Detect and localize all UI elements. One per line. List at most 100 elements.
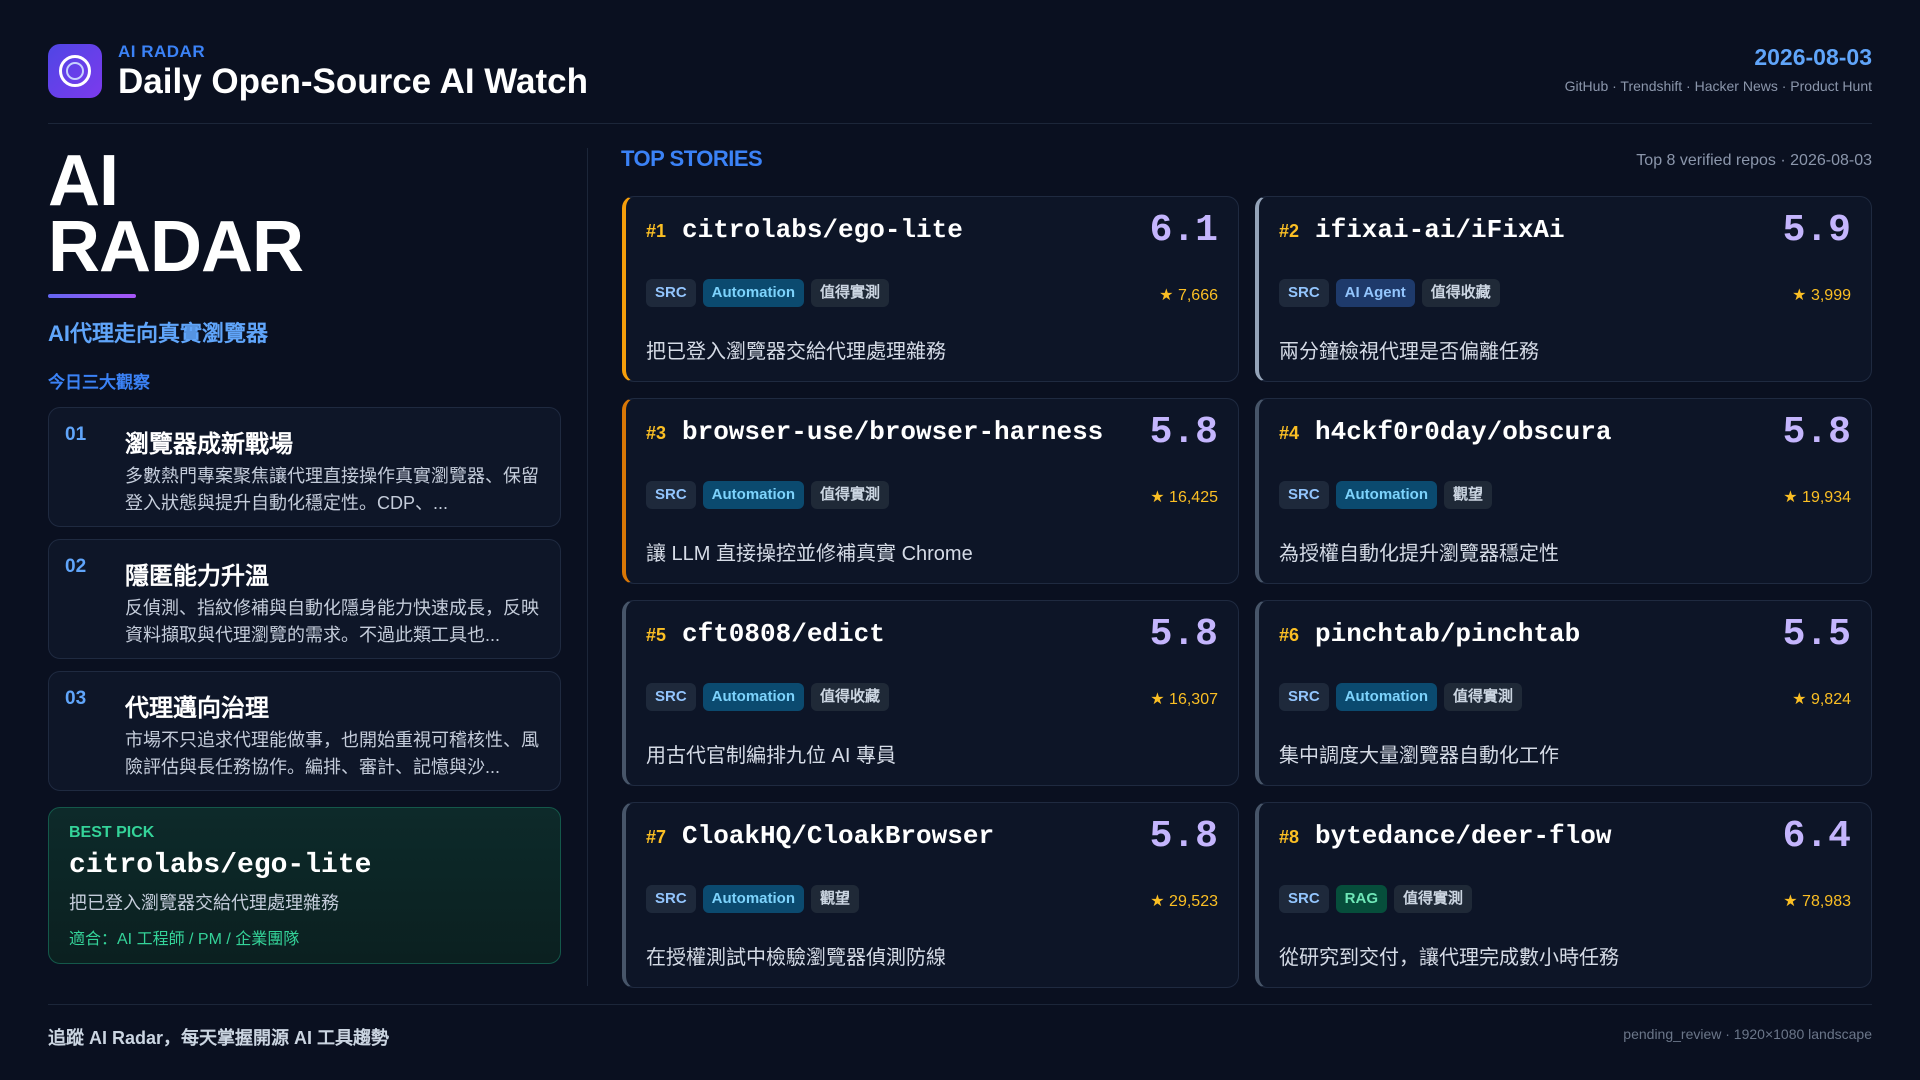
verdict-tag: 值得實測: [811, 279, 890, 307]
story-repo: CloakHQ/CloakBrowser: [682, 821, 995, 851]
verdict-tag: 觀望: [811, 885, 860, 913]
category-tag: Automation: [702, 279, 804, 307]
story-stars: ★ 16,425: [1150, 489, 1218, 506]
top-stories-title: TOP STORIES: [621, 146, 763, 171]
observation-number: 03: [65, 688, 87, 709]
footer-status: pending_review · 1920×1080 landscape: [1623, 1026, 1872, 1042]
story-desc: 在授權測試中檢驗瀏覽器偵測防線: [646, 947, 946, 969]
story-rank: #5: [646, 625, 667, 645]
story-stars: ★ 29,523: [1150, 893, 1218, 910]
source-tag: SRC: [1279, 481, 1329, 509]
observation-desc: 反偵測、指紋修補與自動化隱身能力快速成長，反映資料擷取與代理瀏覽的需求。不過此類…: [125, 598, 539, 645]
observations-label: 今日三大觀察: [48, 373, 150, 392]
story-tags: SRC Automation 觀望: [646, 885, 860, 913]
story-score: 6.4: [1782, 815, 1851, 858]
best-pick-card[interactable]: BEST PICK citrolabs/ego-lite 把已登入瀏覽器交給代理…: [48, 807, 561, 964]
story-rank: #8: [1279, 827, 1300, 847]
hero-line-2: RADAR: [48, 207, 304, 287]
story-stars: ★ 7,666: [1159, 287, 1218, 304]
column-divider: [587, 148, 588, 986]
best-pick-desc: 把已登入瀏覽器交給代理處理雜務: [69, 893, 339, 913]
category-tag: Automation: [702, 481, 804, 509]
observation-number: 01: [65, 424, 87, 445]
story-tags: SRC Automation 觀望: [1279, 481, 1493, 509]
category-tag: AI Agent: [1335, 279, 1415, 307]
observation-desc: 市場不只追求代理能做事，也開始重視可稽核性、風險評估與長任務協作。編排、審計、記…: [125, 730, 539, 777]
story-card-4[interactable]: #4 h4ckf0r0day/obscura 5.8 SRC Automatio…: [1255, 398, 1872, 584]
story-repo: h4ckf0r0day/obscura: [1315, 417, 1612, 447]
hero-line-1: AI: [48, 141, 119, 221]
story-stars: ★ 16,307: [1150, 691, 1218, 708]
hero-subtitle: AI代理走向真實瀏覽器: [48, 321, 269, 346]
story-card-5[interactable]: #5 cft0808/edict 5.8 SRC Automation 值得收藏…: [622, 600, 1239, 786]
verdict-tag: 觀望: [1444, 481, 1493, 509]
verdict-tag: 值得實測: [1394, 885, 1473, 913]
story-desc: 為授權自動化提升瀏覽器穩定性: [1279, 543, 1559, 565]
source-tag: SRC: [1279, 279, 1329, 307]
story-tags: SRC Automation 值得實測: [646, 481, 890, 509]
left-panel: AI RADAR AI代理走向真實瀏覽器 今日三大觀察 01 瀏覽器成新戰場 多…: [48, 141, 561, 988]
observation-title: 瀏覽器成新戰場: [125, 431, 293, 458]
story-score: 5.9: [1782, 209, 1851, 252]
header-date: 2026-08-03: [1754, 44, 1872, 70]
story-desc: 兩分鐘檢視代理是否偏離任務: [1279, 341, 1539, 363]
observation-card-3: 03 代理邁向治理 市場不只追求代理能做事，也開始重視可稽核性、風險評估與長任務…: [48, 671, 561, 791]
story-card-6[interactable]: #6 pinchtab/pinchtab 5.5 SRC Automation …: [1255, 600, 1872, 786]
top-stories-meta: Top 8 verified repos · 2026-08-03: [1636, 152, 1872, 169]
observation-card-1: 01 瀏覽器成新戰場 多數熱門專案聚焦讓代理直接操作真實瀏覽器、保留登入狀態與提…: [48, 407, 561, 527]
story-tags: SRC RAG 值得實測: [1279, 885, 1473, 913]
story-rank: #3: [646, 423, 667, 443]
story-stars: ★ 3,999: [1792, 287, 1851, 304]
observation-card-2: 02 隱匿能力升溫 反偵測、指紋修補與自動化隱身能力快速成長，反映資料擷取與代理…: [48, 539, 561, 659]
story-score: 5.8: [1149, 613, 1218, 656]
verdict-tag: 值得實測: [811, 481, 890, 509]
story-score: 5.8: [1149, 411, 1218, 454]
story-score: 5.8: [1149, 815, 1218, 858]
story-stars: ★ 78,983: [1783, 893, 1851, 910]
story-tags: SRC AI Agent 值得收藏: [1279, 279, 1500, 307]
story-desc: 用古代官制編排九位 AI 專員: [646, 745, 897, 767]
header-sources: GitHub · Trendshift · Hacker News · Prod…: [1564, 78, 1872, 94]
story-card-8[interactable]: #8 bytedance/deer-flow 6.4 SRC RAG 值得實測 …: [1255, 802, 1872, 988]
radar-logo-icon: [48, 44, 102, 98]
story-score: 5.8: [1782, 411, 1851, 454]
story-repo: bytedance/deer-flow: [1315, 821, 1612, 851]
story-card-7[interactable]: #7 CloakHQ/CloakBrowser 5.8 SRC Automati…: [622, 802, 1239, 988]
source-tag: SRC: [1279, 885, 1329, 913]
story-score: 5.5: [1782, 613, 1851, 656]
category-tag: Automation: [1335, 481, 1437, 509]
story-card-1[interactable]: #1 citrolabs/ego-lite 6.1 SRC Automation…: [622, 196, 1239, 382]
verdict-tag: 值得收藏: [811, 683, 890, 711]
verdict-tag: 值得實測: [1444, 683, 1523, 711]
story-rank: #2: [1279, 221, 1300, 241]
story-rank: #1: [646, 221, 667, 241]
story-repo: pinchtab/pinchtab: [1315, 619, 1581, 649]
story-tags: SRC Automation 值得實測: [1279, 683, 1523, 711]
stories-grid: #1 citrolabs/ego-lite 6.1 SRC Automation…: [622, 196, 1872, 988]
observation-title: 代理邁向治理: [125, 695, 269, 722]
story-card-3[interactable]: #3 browser-use/browser-harness 5.8 SRC A…: [622, 398, 1239, 584]
story-card-2[interactable]: #2 ifixai-ai/iFixAi 5.9 SRC AI Agent 值得收…: [1255, 196, 1872, 382]
source-tag: SRC: [646, 481, 696, 509]
story-stars: ★ 9,824: [1792, 691, 1851, 708]
story-tags: SRC Automation 值得收藏: [646, 683, 890, 711]
category-tag: Automation: [702, 683, 804, 711]
story-rank: #7: [646, 827, 667, 847]
observation-title: 隱匿能力升溫: [125, 563, 269, 590]
story-rank: #6: [1279, 625, 1300, 645]
footer-divider: [48, 1004, 1872, 1005]
observation-desc: 多數熱門專案聚焦讓代理直接操作真實瀏覽器、保留登入狀態與提升自動化穩定性。CDP…: [125, 466, 539, 513]
story-repo: cft0808/edict: [682, 619, 885, 649]
header: AI RADAR Daily Open-Source AI Watch 2026…: [48, 40, 1872, 124]
verdict-tag: 值得收藏: [1421, 279, 1500, 307]
source-tag: SRC: [646, 279, 696, 307]
best-pick-kicker: BEST PICK: [69, 824, 155, 841]
category-tag: Automation: [702, 885, 804, 913]
best-pick-repo: citrolabs/ego-lite: [69, 850, 372, 881]
best-pick-audience: 適合：AI 工程師 / PM / 企業團隊: [69, 931, 300, 948]
story-tags: SRC Automation 值得實測: [646, 279, 890, 307]
hero-title: AI RADAR: [48, 141, 561, 287]
story-desc: 把已登入瀏覽器交給代理處理雜務: [646, 341, 946, 363]
source-tag: SRC: [646, 683, 696, 711]
brand-kicker: AI RADAR: [118, 42, 206, 61]
